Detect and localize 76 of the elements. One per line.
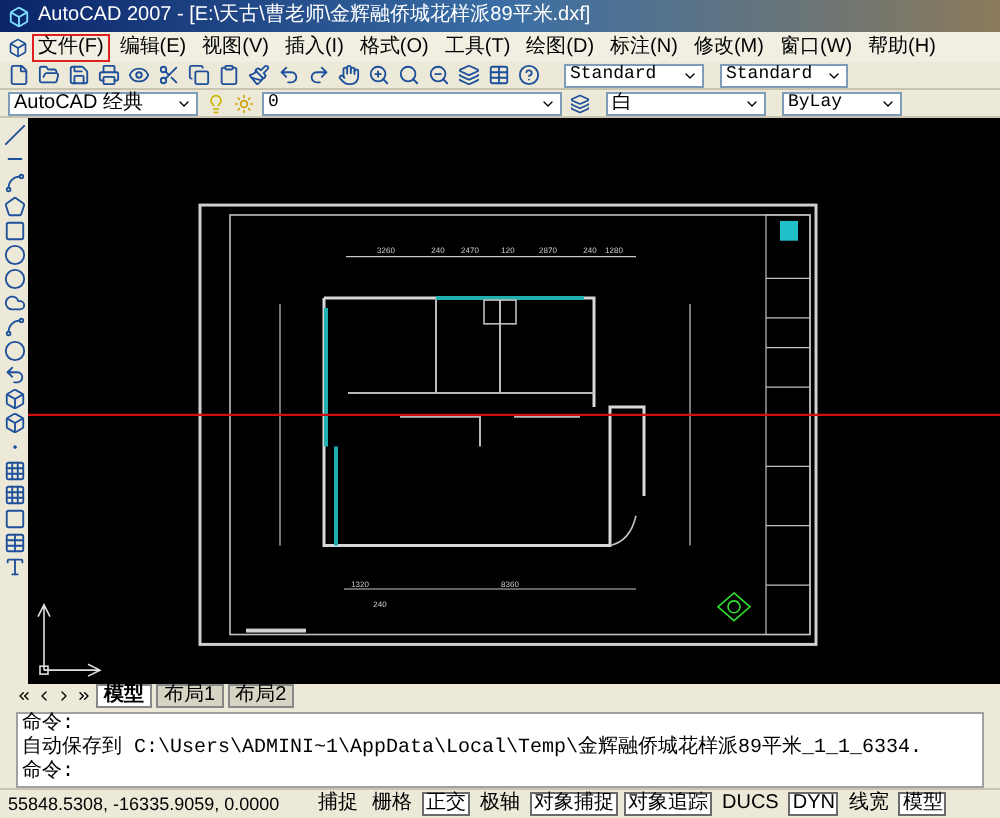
compass-icon bbox=[716, 591, 752, 622]
make-block-icon[interactable] bbox=[3, 412, 25, 434]
color-dropdown[interactable]: 白 bbox=[606, 91, 766, 115]
open-folder-icon[interactable] bbox=[38, 64, 60, 86]
status-toggle[interactable]: 对象追踪 bbox=[624, 792, 712, 816]
hatch-icon[interactable] bbox=[3, 460, 25, 482]
workspace-dropdown[interactable]: AutoCAD 经典 bbox=[8, 91, 198, 115]
zoom-out-icon[interactable] bbox=[428, 64, 450, 86]
menu-item[interactable]: 标注(N) bbox=[604, 33, 684, 61]
app-icon bbox=[8, 5, 30, 27]
cut-icon[interactable] bbox=[158, 64, 180, 86]
status-toggle[interactable]: DYN bbox=[788, 792, 839, 816]
undo-icon[interactable] bbox=[278, 64, 300, 86]
status-toggle[interactable]: 极轴 bbox=[476, 792, 524, 816]
spline-icon[interactable] bbox=[3, 316, 25, 338]
help-icon[interactable] bbox=[518, 64, 540, 86]
match-properties-icon[interactable] bbox=[248, 64, 270, 86]
status-toggle[interactable]: 对象捕捉 bbox=[530, 792, 618, 816]
menu-item[interactable]: 修改(M) bbox=[687, 33, 770, 61]
status-toggle[interactable]: DUCS bbox=[718, 792, 783, 816]
document-icon bbox=[8, 37, 28, 57]
last-tab-icon[interactable] bbox=[76, 687, 92, 703]
revision-cloud-icon[interactable] bbox=[3, 292, 25, 314]
layout-tab[interactable]: 模型 bbox=[96, 683, 152, 707]
menu-item[interactable]: 窗口(W) bbox=[773, 33, 859, 61]
gradient-icon[interactable] bbox=[3, 484, 25, 506]
ucs-icon bbox=[37, 603, 102, 677]
first-tab-icon[interactable] bbox=[16, 687, 32, 703]
polyline-icon[interactable] bbox=[3, 172, 25, 194]
redo-icon[interactable] bbox=[308, 64, 330, 86]
zoom-in-icon[interactable] bbox=[368, 64, 390, 86]
layers-icon[interactable] bbox=[570, 93, 590, 113]
coordinates: 55848.5308, -16335.9059, 0.0000 bbox=[8, 795, 282, 813]
previous-tab-icon[interactable] bbox=[36, 687, 52, 703]
circle-icon[interactable] bbox=[3, 268, 25, 290]
menu-item[interactable]: 格式(O) bbox=[353, 33, 435, 61]
text-icon[interactable] bbox=[3, 556, 25, 578]
insert-block-icon[interactable] bbox=[3, 388, 25, 410]
line-icon[interactable] bbox=[3, 124, 25, 146]
window-title: AutoCAD 2007 - [E:\天古\曹老师\金辉融侨城花样派89平米.dxf] bbox=[38, 6, 591, 26]
menu-item[interactable]: 工具(T) bbox=[438, 33, 517, 61]
text-style-dropdown[interactable]: Standard bbox=[564, 63, 704, 87]
preview-icon[interactable] bbox=[128, 64, 150, 86]
print-icon[interactable] bbox=[98, 64, 120, 86]
status-toggle[interactable]: 线宽 bbox=[844, 792, 893, 816]
next-tab-icon[interactable] bbox=[56, 687, 72, 703]
command-line: 自动保存到 C:\Users\ADMINI~1\AppData\Local\Temp\金辉融侨城花样派89平米_1_1_6334. bbox=[22, 738, 925, 760]
paste-icon[interactable] bbox=[218, 64, 240, 86]
copy-icon[interactable] bbox=[188, 64, 210, 86]
status-toggle[interactable]: 模型 bbox=[898, 792, 947, 816]
new-file-icon[interactable] bbox=[8, 64, 30, 86]
layout-tab[interactable]: 布局2 bbox=[227, 683, 295, 707]
menu-item[interactable]: 编辑(E) bbox=[113, 33, 193, 61]
pan-icon[interactable] bbox=[338, 64, 360, 86]
status-toggle[interactable]: 正交 bbox=[422, 792, 470, 816]
zoom-window-icon[interactable] bbox=[398, 64, 420, 86]
save-icon[interactable] bbox=[68, 64, 90, 86]
layer-dropdown[interactable]: 0 bbox=[262, 91, 562, 115]
status-toggle[interactable]: 栅格 bbox=[368, 792, 416, 816]
dimension-style-dropdown[interactable]: Standard bbox=[720, 63, 848, 87]
design-center-icon[interactable] bbox=[488, 64, 510, 86]
polygon-icon[interactable] bbox=[3, 196, 25, 218]
menu-item[interactable]: 视图(V) bbox=[196, 33, 275, 61]
menu-item[interactable]: 插入(I) bbox=[278, 33, 350, 61]
menu-item[interactable]: 帮助(H) bbox=[862, 33, 942, 61]
properties-icon[interactable] bbox=[458, 64, 480, 86]
linetype-dropdown[interactable]: ByLay bbox=[782, 91, 902, 115]
table-icon[interactable] bbox=[3, 532, 25, 554]
scale-bar bbox=[246, 628, 306, 633]
rectangle-icon[interactable] bbox=[3, 220, 25, 242]
status-toggle[interactable]: 捕捉 bbox=[314, 792, 362, 816]
command-line: 命令: bbox=[22, 762, 77, 786]
menu-item[interactable]: 文件(F) bbox=[32, 33, 110, 61]
command-line: 命令: bbox=[22, 714, 77, 736]
layout-tab[interactable]: 布局1 bbox=[156, 683, 224, 707]
menu-item[interactable]: 绘图(D) bbox=[520, 33, 601, 61]
